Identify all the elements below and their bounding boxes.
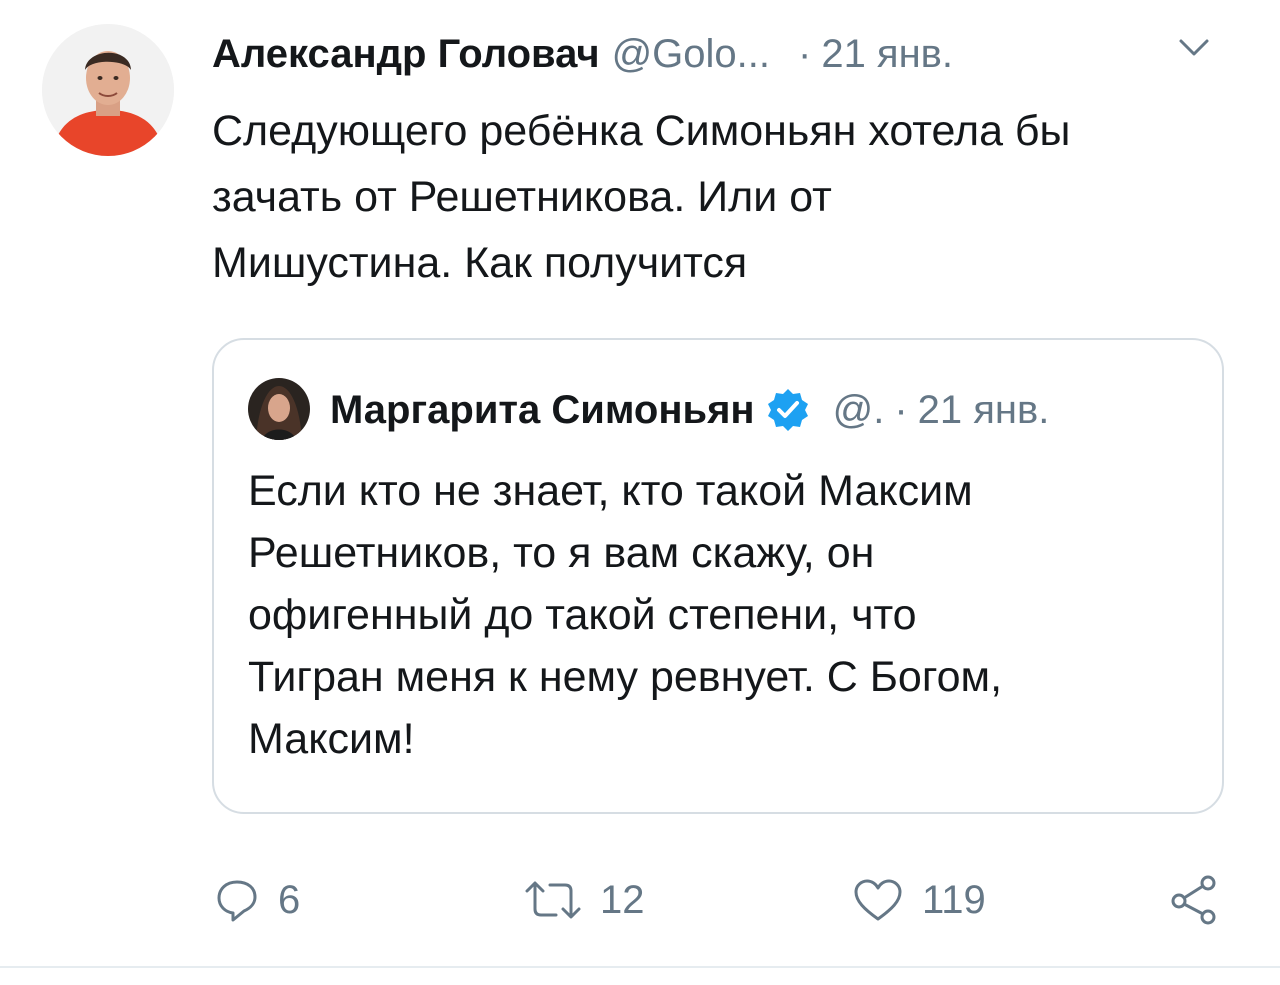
quoted-author-name[interactable]: Маргарита Симоньян [330,388,755,433]
share-button[interactable] [1168,870,1222,930]
tweet-text-line: зачать от Решетникова. Или от [212,173,832,221]
like-button[interactable]: 119 [852,870,986,930]
quoted-tweet-header: Маргарита Симоньян @. · 21 янв. [330,380,1049,440]
chevron-down-icon[interactable] [1176,34,1212,62]
quoted-tweet-date[interactable]: 21 янв. [918,388,1050,433]
like-count: 119 [922,877,986,922]
tweet-actions: 6 12 119 [0,870,1280,930]
retweet-button[interactable]: 12 [524,870,645,930]
retweet-count: 12 [600,877,645,922]
author-handle[interactable]: @Golo... [612,32,770,77]
quoted-tweet-text: Если кто не знает, кто такой Максим Реше… [248,460,1198,770]
tweet-date[interactable]: 21 янв. [821,32,953,77]
quoted-text-line: Решетников, то я вам скажу, он [248,529,875,577]
tweet-text-line: Следующего ребёнка Симоньян хотела бы [212,107,1071,155]
tweet-header: Александр Головач @Golo... · 21 янв. [212,26,1220,82]
reply-button[interactable]: 6 [214,870,300,930]
meta-separator: · [798,31,812,76]
heart-icon [854,879,902,921]
quoted-author-avatar[interactable] [248,378,310,440]
tweet-text-line: Мишустина. Как получится [212,239,748,287]
retweet-icon [525,881,581,919]
author-name[interactable]: Александр Головач [212,32,600,77]
bottom-divider [0,966,1280,968]
reply-icon [217,880,257,922]
quoted-text-line: Тигран меня к нему ревнует. С Богом, [248,653,1003,701]
quoted-text-line: Если кто не знает, кто такой Максим [248,467,973,515]
reply-count: 6 [278,877,301,922]
quoted-text-line: офигенный до такой степени, что [248,591,917,639]
verified-badge-icon [767,389,808,431]
author-avatar[interactable] [42,24,174,156]
quoted-tweet[interactable]: Маргарита Симоньян @. · 21 янв. Если кто… [212,338,1224,814]
quoted-author-handle[interactable]: @. [833,388,885,433]
quoted-text-line: Максим! [248,715,415,763]
meta-separator: · [894,387,908,432]
tweet-text: Следующего ребёнка Симоньян хотела бы за… [212,98,1252,296]
share-icon [1171,875,1216,925]
